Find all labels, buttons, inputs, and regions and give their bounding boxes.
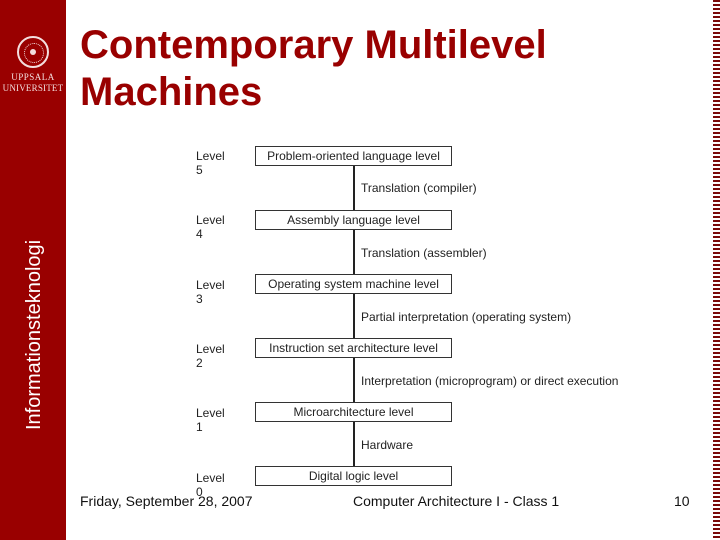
university-seal-icon	[17, 36, 49, 68]
sidebar: UPPSALA UNIVERSITET Informationsteknolog…	[0, 0, 66, 540]
page-number: 10	[674, 493, 690, 509]
level-box: Operating system machine level	[255, 274, 452, 294]
footer-date: Friday, September 28, 2007	[80, 493, 253, 509]
decorative-right-border	[713, 0, 720, 540]
connector-line	[353, 294, 355, 338]
title-line-2: Machines	[80, 70, 263, 114]
transition-label: Translation (compiler)	[361, 181, 477, 195]
level-label: Level 1	[196, 406, 225, 434]
level-box: Instruction set architecture level	[255, 338, 452, 358]
footer-course: Computer Architecture I - Class 1	[353, 493, 560, 509]
level-box: Microarchitecture level	[255, 402, 452, 422]
level-label: Level 2	[196, 342, 225, 370]
title-line-1: Contemporary Multilevel	[80, 23, 547, 67]
level-box: Assembly language level	[255, 210, 452, 230]
level-label: Level 3	[196, 278, 225, 306]
university-logo: UPPSALA UNIVERSITET	[0, 36, 66, 94]
level-label: Level 4	[196, 213, 225, 241]
logo-line-1: UPPSALA	[11, 72, 55, 82]
connector-line	[353, 358, 355, 402]
level-box: Digital logic level	[255, 466, 452, 486]
connector-line	[353, 422, 355, 466]
logo-line-2: UNIVERSITET	[2, 83, 64, 93]
transition-label: Partial interpretation (operating system…	[361, 310, 572, 324]
department-label: Informationsteknologi	[23, 239, 45, 430]
transition-label: Interpretation (microprogram) or direct …	[361, 374, 619, 388]
connector-line	[353, 230, 355, 274]
level-label: Level 5	[196, 149, 225, 177]
level-box: Problem-oriented language level	[255, 146, 452, 166]
connector-line	[353, 166, 355, 210]
transition-label: Translation (assembler)	[361, 246, 487, 260]
transition-label: Hardware	[361, 438, 414, 452]
slide-title: Contemporary Multilevel Machines	[80, 22, 547, 116]
